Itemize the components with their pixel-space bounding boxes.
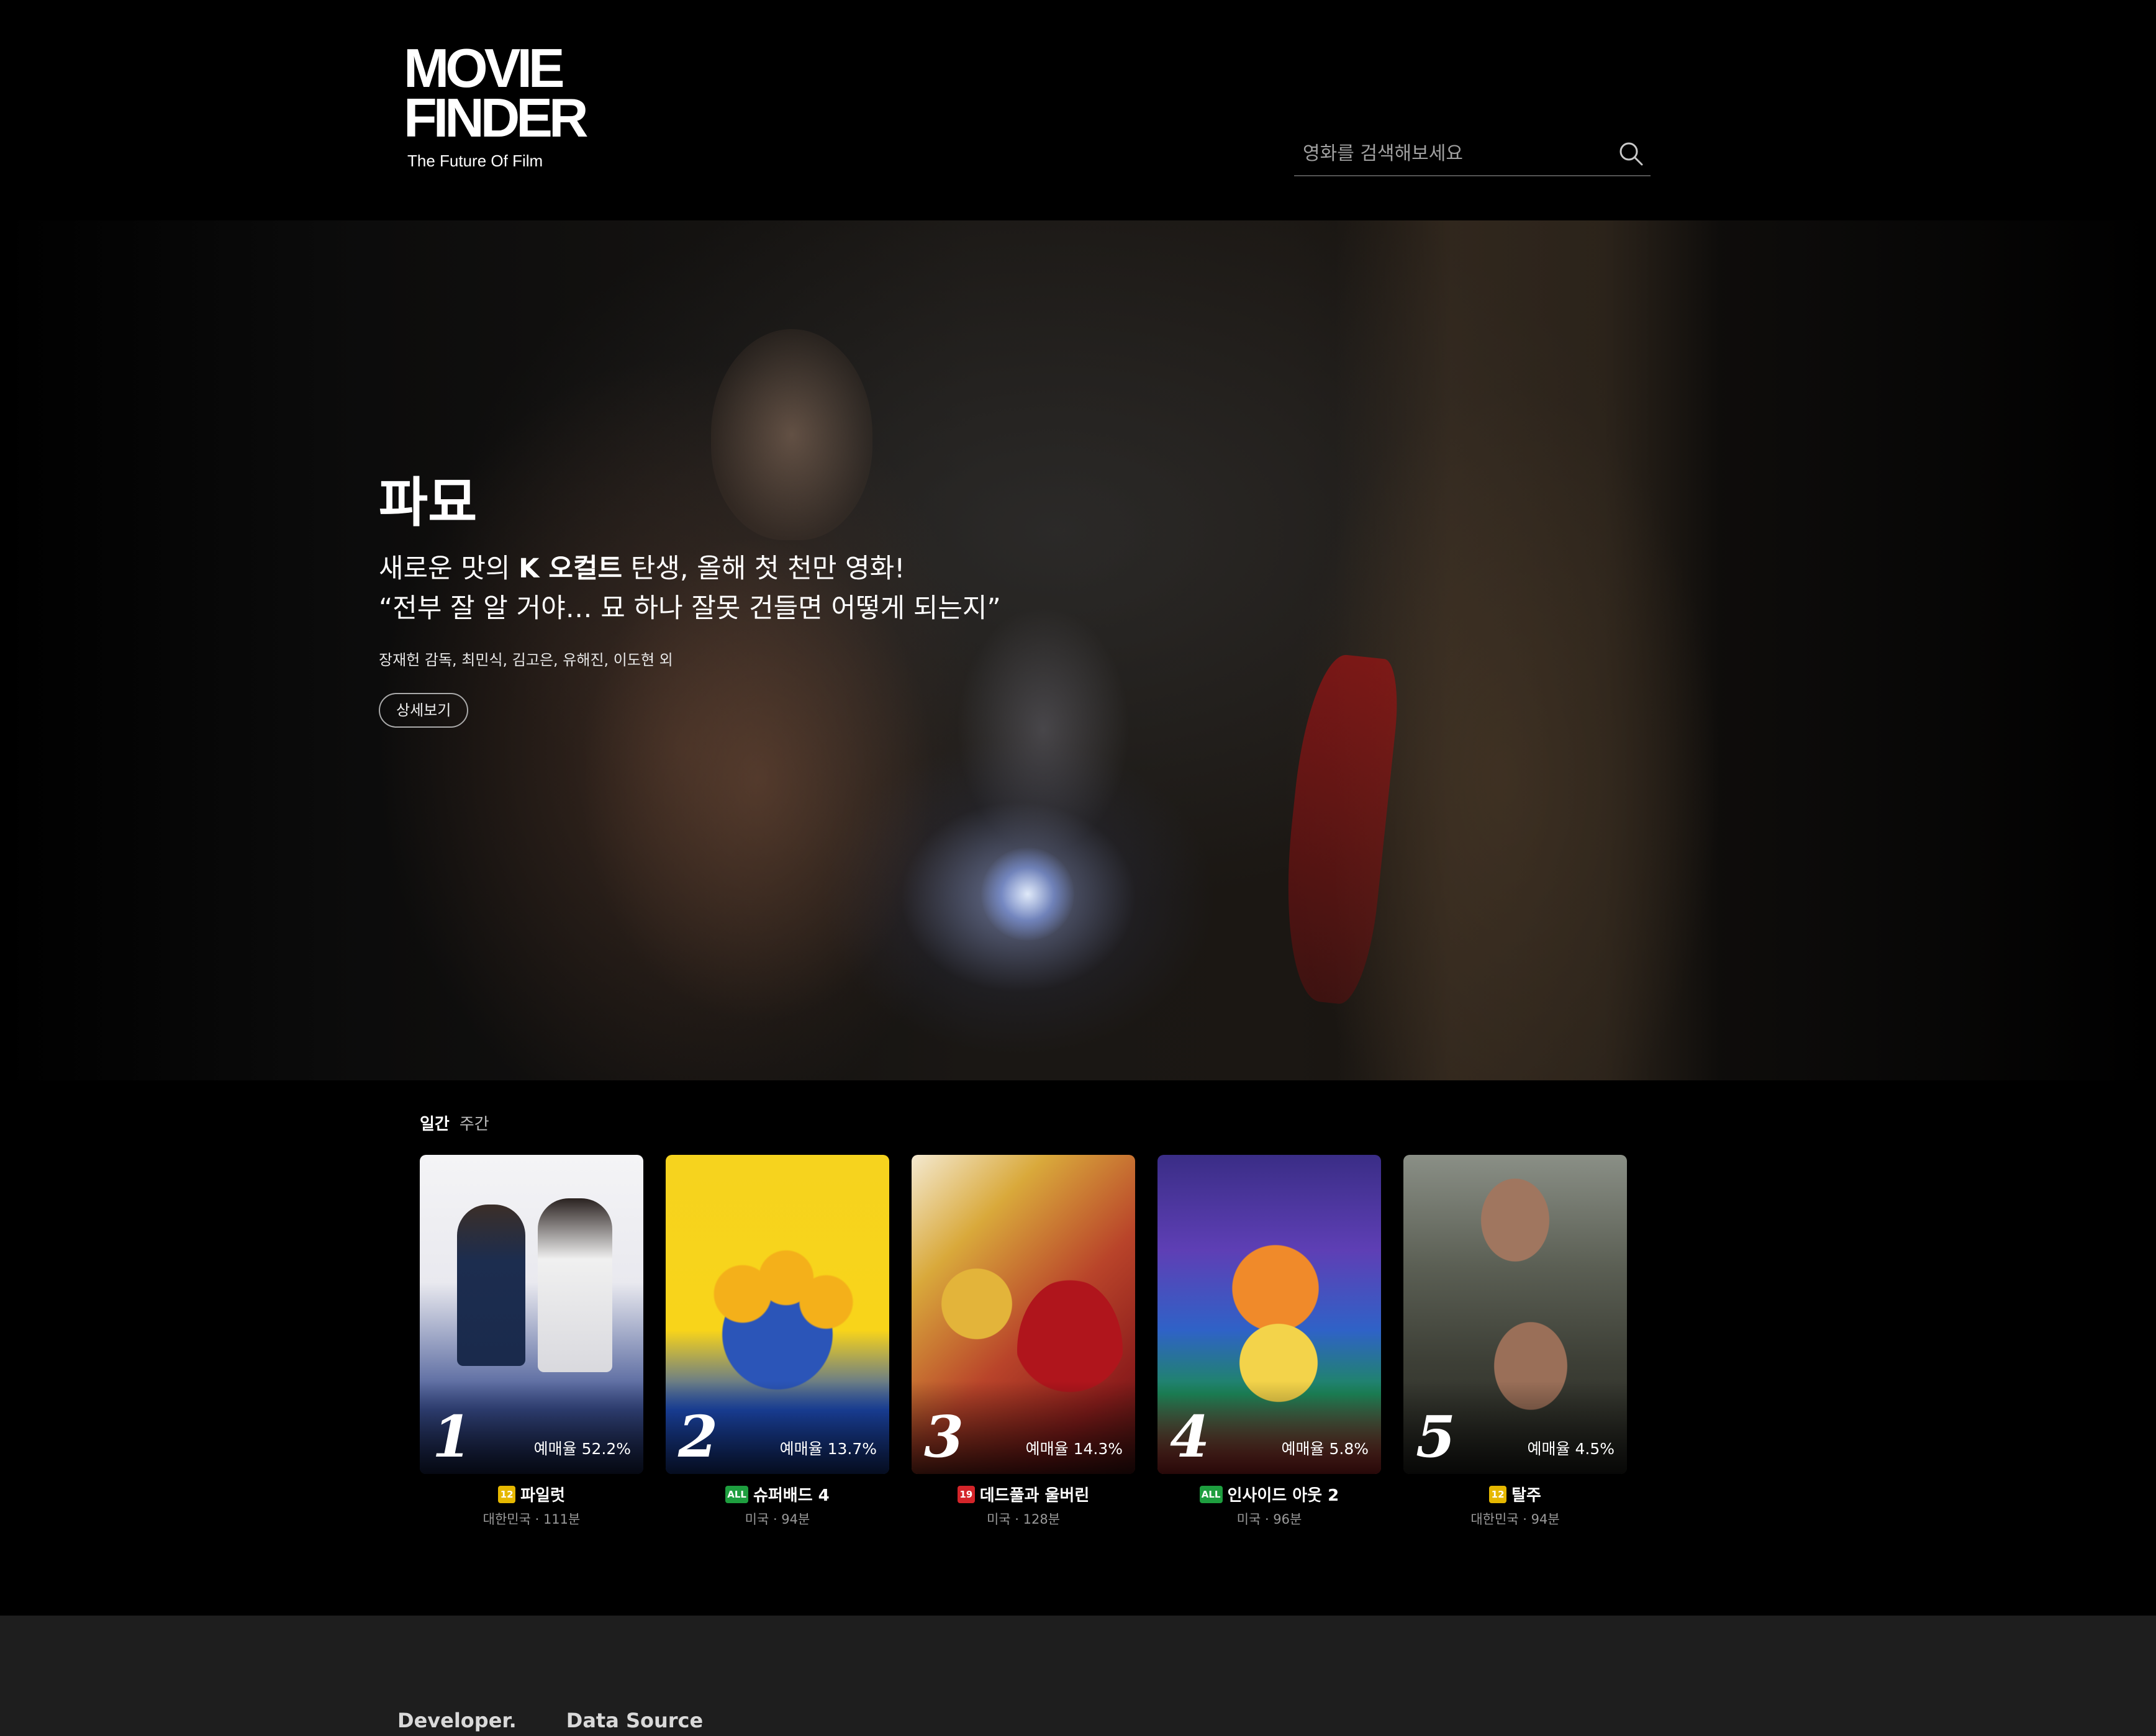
movie-title: 슈퍼배드 4: [753, 1486, 830, 1505]
age-rating-badge: ALL: [725, 1485, 748, 1503]
booking-rate: 예매율 4.5%: [1527, 1440, 1615, 1458]
search-bar: [1294, 132, 1651, 176]
movie-card[interactable]: 4 예매율 5.8% ALL 인사이드 아웃 2 미국 · 96분: [1157, 1155, 1381, 1528]
page: MOVIE FINDER The Future Of Film 파묘 새로운 맛…: [0, 0, 2156, 1736]
movie-meta: 미국 · 96분: [1236, 1512, 1302, 1527]
movie-poster[interactable]: 2 예매율 13.7%: [666, 1155, 889, 1474]
footer-links: Developer. Data Source: [397, 1709, 703, 1732]
movie-meta: 대한민국 · 94분: [1470, 1512, 1560, 1527]
detail-button[interactable]: 상세보기: [379, 693, 469, 728]
movie-meta: 미국 · 94분: [745, 1512, 810, 1527]
movie-title-row: 12 파일럿: [420, 1483, 643, 1506]
search-input[interactable]: [1294, 135, 1616, 172]
movie-info: ALL 슈퍼배드 4 미국 · 94분: [666, 1483, 889, 1528]
footer: Developer. Data Source: [0, 1616, 2156, 1736]
rank-number: 1: [432, 1403, 473, 1470]
movie-card[interactable]: 5 예매율 4.5% 12 탈주 대한민국 · 94분: [1403, 1155, 1627, 1528]
hero-banner: [0, 220, 2156, 1080]
footer-data-source-link[interactable]: Data Source: [566, 1709, 703, 1732]
movie-poster[interactable]: 5 예매율 4.5%: [1403, 1155, 1627, 1474]
age-rating-badge: 12: [1489, 1485, 1507, 1503]
search-icon[interactable]: [1616, 138, 1646, 168]
movie-card[interactable]: 3 예매율 14.3% 19 데드풀과 울버린 미국 · 128분: [912, 1155, 1135, 1528]
movie-info: 12 탈주 대한민국 · 94분: [1403, 1483, 1627, 1528]
logo-title: MOVIE FINDER: [404, 37, 589, 148]
movie-title: 데드풀과 울버린: [979, 1486, 1090, 1505]
movie-title-row: ALL 인사이드 아웃 2: [1157, 1483, 1381, 1506]
hero-image-light: [981, 848, 1074, 941]
rank-number: 4: [1170, 1403, 1210, 1470]
hero-tagline-bold: K 오컬트: [519, 553, 623, 584]
hero-tagline-post: 탄생, 올해 첫 천만 영화!: [622, 553, 905, 584]
movie-title-row: 12 탈주: [1403, 1483, 1627, 1506]
movie-info: ALL 인사이드 아웃 2 미국 · 96분: [1157, 1483, 1381, 1528]
hero-content: 파묘 새로운 맛의 K 오컬트 탄생, 올해 첫 천만 영화! “전부 잘 알 …: [379, 469, 1001, 728]
movie-card[interactable]: 2 예매율 13.7% ALL 슈퍼배드 4 미국 · 94분: [666, 1155, 889, 1528]
movie-title-row: 19 데드풀과 울버린: [912, 1483, 1135, 1506]
booking-rate: 예매율 52.2%: [533, 1440, 631, 1458]
hero-image-tree: [1335, 220, 1720, 1080]
rank-number: 2: [678, 1403, 718, 1470]
booking-rate: 예매율 5.8%: [1281, 1440, 1369, 1458]
rank-number: 3: [924, 1403, 964, 1470]
movie-info: 12 파일럿 대한민국 · 111분: [420, 1483, 643, 1528]
hero-credits: 장재헌 감독, 최민식, 김고은, 유해진, 이도현 외: [379, 651, 673, 669]
ranking-tabs: 일간 주간: [420, 1111, 489, 1134]
movie-title-row: ALL 슈퍼배드 4: [666, 1483, 889, 1506]
booking-rate: 예매율 13.7%: [779, 1440, 877, 1458]
age-rating-badge: 19: [957, 1485, 975, 1503]
movie-title: 파일럿: [520, 1486, 565, 1505]
age-rating-badge: 12: [498, 1485, 516, 1503]
tab-daily[interactable]: 일간: [420, 1111, 450, 1134]
movie-poster[interactable]: 1 예매율 52.2%: [420, 1155, 643, 1474]
movie-info: 19 데드풀과 울버린 미국 · 128분: [912, 1483, 1135, 1528]
rank-number: 5: [1416, 1403, 1456, 1470]
movie-title: 인사이드 아웃 2: [1227, 1486, 1339, 1505]
movie-meta: 미국 · 128분: [986, 1512, 1061, 1527]
booking-rate: 예매율 14.3%: [1025, 1440, 1123, 1458]
movie-card[interactable]: 1 예매율 52.2% 12 파일럿 대한민국 · 111분: [420, 1155, 643, 1528]
movie-meta: 대한민국 · 111분: [482, 1512, 581, 1527]
movie-poster[interactable]: 4 예매율 5.8%: [1157, 1155, 1381, 1474]
hero-title: 파묘: [379, 472, 478, 534]
movie-ranking-list: 1 예매율 52.2% 12 파일럿 대한민국 · 111분 2 예매율 13.…: [420, 1155, 1627, 1528]
logo[interactable]: MOVIE FINDER The Future Of Film: [404, 37, 589, 171]
movie-poster[interactable]: 3 예매율 14.3%: [912, 1155, 1135, 1474]
logo-tagline: The Future Of Film: [407, 151, 543, 170]
tab-weekly[interactable]: 주간: [460, 1111, 489, 1134]
hero-quote: “전부 잘 알 거야… 묘 하나 잘못 건들면 어떻게 되는지”: [379, 593, 1001, 624]
hero-tagline: 새로운 맛의 K 오컬트 탄생, 올해 첫 천만 영화!: [379, 551, 1001, 587]
footer-developer-link[interactable]: Developer.: [397, 1709, 517, 1732]
hero-tagline-pre: 새로운 맛의: [379, 553, 519, 584]
age-rating-badge: ALL: [1199, 1485, 1223, 1503]
movie-title: 탈주: [1511, 1486, 1541, 1505]
